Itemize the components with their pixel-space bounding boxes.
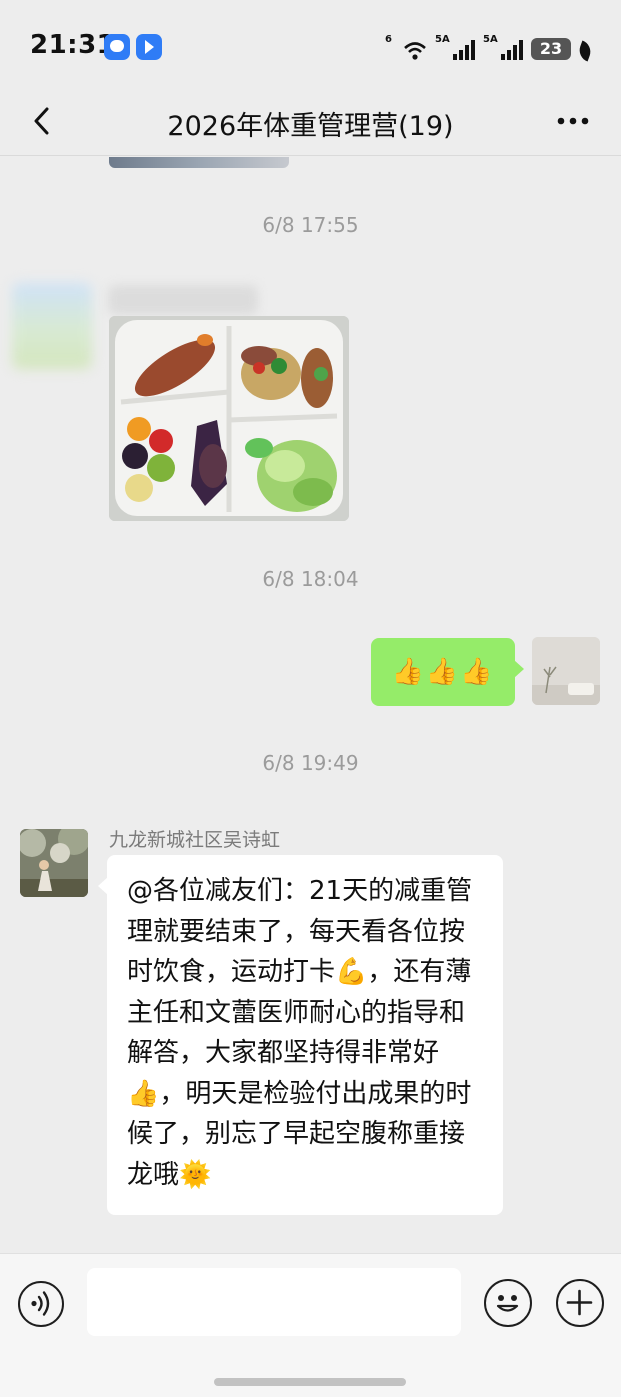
- emoji-icon: [496, 1295, 519, 1312]
- status-time: 21:31: [30, 30, 116, 60]
- input-bar: [0, 1253, 621, 1397]
- avatar[interactable]: [12, 283, 92, 369]
- meal-photo-image: [109, 316, 349, 521]
- sim1-label: 5A: [435, 34, 450, 45]
- sender-name: 九龙新城社区吴诗虹: [109, 829, 281, 851]
- timestamp: 6/8 18:04: [262, 567, 359, 591]
- emoji-button[interactable]: [484, 1279, 532, 1327]
- battery-icon: 23: [531, 38, 571, 60]
- wifi-arcs: [404, 42, 426, 60]
- sim2-label: 5A: [483, 34, 498, 45]
- message-app-icon: [104, 34, 130, 60]
- power-saving-icon: [576, 40, 594, 62]
- more-icon[interactable]: [555, 108, 591, 134]
- message-list[interactable]: 6/8 17:55 6/8 18:04 👍👍👍 6/8 19:49 九龙新城社区…: [0, 157, 621, 1253]
- my-avatar[interactable]: [532, 637, 600, 705]
- meal-photo[interactable]: [109, 316, 349, 521]
- status-bar: 21:31 6 5A 5A 23: [0, 0, 621, 92]
- wifi-label: 6: [385, 34, 392, 45]
- status-icons: 6 5A 5A 23: [385, 34, 594, 62]
- plus-icon: [566, 1289, 593, 1316]
- previous-image-message[interactable]: [109, 157, 289, 168]
- timestamp: 6/8 19:49: [262, 751, 359, 775]
- voice-icon: [31, 1291, 50, 1316]
- my-message-bubble[interactable]: 👍👍👍: [371, 638, 524, 706]
- sender-avatar[interactable]: [20, 829, 88, 897]
- timestamp: 6/8 17:55: [262, 213, 359, 237]
- chat-title: 2026年体重管理营(19): [167, 111, 454, 142]
- navigation-app-icon: [136, 34, 162, 60]
- group-message-bubble[interactable]: @各位减友们：21天的减重管理就要结束了，每天看各位按时饮食，运动打卡💪，还有薄…: [98, 855, 503, 1215]
- home-indicator[interactable]: [214, 1378, 406, 1386]
- sender-name-blurred: [108, 285, 258, 315]
- plus-button[interactable]: [556, 1279, 604, 1327]
- sender-avatar-image: [20, 829, 88, 897]
- chat-header: 2026年体重管理营(19): [0, 86, 621, 156]
- voice-button[interactable]: [18, 1281, 64, 1327]
- signal-icon-sim1: 5A: [435, 34, 475, 60]
- my-avatar-image: [532, 637, 600, 705]
- signal-icon-sim2: 5A: [483, 34, 523, 60]
- wifi-icon: 6: [385, 34, 427, 60]
- message-input[interactable]: [87, 1268, 461, 1336]
